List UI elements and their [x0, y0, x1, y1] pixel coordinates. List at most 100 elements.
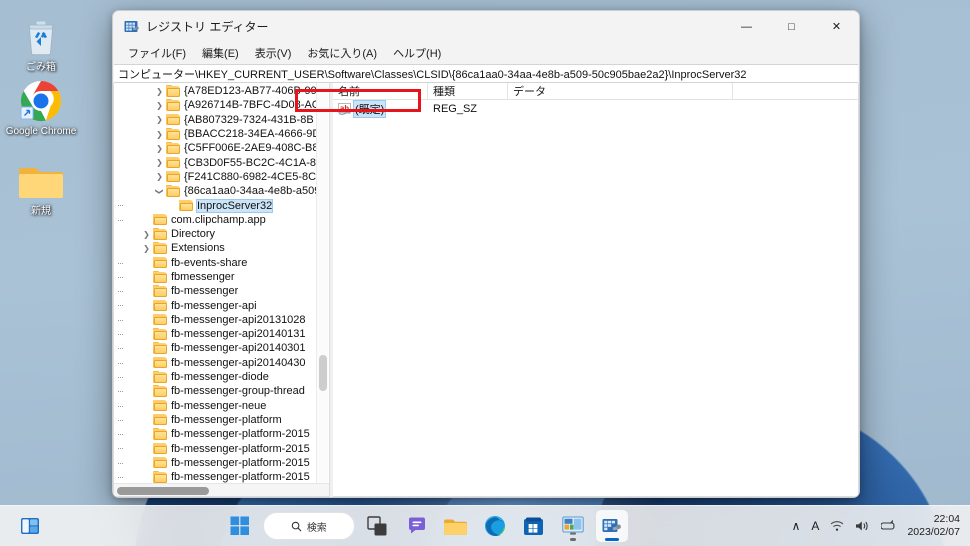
taskbar-item-chat-teams[interactable]: [401, 510, 433, 542]
tree-node[interactable]: fb-messenger-api20140131: [114, 327, 329, 341]
tree-node[interactable]: fb-messenger-platform-2015: [114, 441, 329, 455]
window-titlebar[interactable]: レジストリ エディター — □ ✕: [113, 11, 859, 42]
tree-node[interactable]: ❯ {86ca1aa0-34aa-4e8b-a509: [114, 184, 329, 198]
tree-vertical-scroll-thumb[interactable]: [319, 355, 327, 391]
search-button[interactable]: 検索: [262, 512, 355, 540]
desktop-icon-google-chrome[interactable]: Google Chrome: [2, 78, 80, 138]
tree-node[interactable]: ❯ {A926714B-7BFC-4D08-AC: [114, 98, 329, 112]
chevron-right-icon[interactable]: ❯: [153, 130, 166, 139]
tree-node[interactable]: fb-events-share: [114, 256, 329, 270]
tree-node[interactable]: ❯ {A78ED123-AB77-406B-99: [114, 84, 329, 98]
tree-horizontal-scroll-thumb[interactable]: [117, 487, 209, 495]
recycle-bin-icon: [2, 14, 80, 60]
menu-item-edit[interactable]: 編集(E): [195, 43, 246, 63]
tree-vertical-scrollbar[interactable]: [316, 83, 328, 483]
taskbar-item-microsoft-store[interactable]: [518, 510, 550, 542]
tree-node[interactable]: fb-messenger-group-thread: [114, 384, 329, 398]
tree-node[interactable]: fb-messenger-diode: [114, 370, 329, 384]
chevron-down-icon[interactable]: ❯: [155, 185, 164, 198]
tree-scroll-area[interactable]: ❯ {A78ED123-AB77-406B-99 ❯ {A926714B-7BFC-4…: [114, 83, 329, 483]
google-chrome-icon: [2, 78, 80, 124]
taskbar-buttons[interactable]: 検索: [60, 510, 792, 542]
tree-node[interactable]: ❯ Extensions: [114, 241, 329, 255]
chevron-right-icon[interactable]: ❯: [153, 172, 166, 181]
value-name: (既定): [352, 99, 387, 118]
tree-node[interactable]: fb-messenger-api20131028: [114, 313, 329, 327]
column-header-name[interactable]: 名前: [333, 83, 428, 99]
menu-item-view[interactable]: 表示(V): [248, 43, 299, 63]
values-column-headers[interactable]: 名前 種類 データ: [333, 83, 858, 100]
desktop-icon-folder[interactable]: 新規: [2, 158, 80, 218]
tray-ime-indicator[interactable]: A: [811, 519, 819, 533]
tree-node[interactable]: fb-messenger-platform-2015: [114, 456, 329, 470]
desktop-icon-recycle-bin[interactable]: ごみ箱: [2, 14, 80, 74]
menu-item-favorites[interactable]: お気に入り(A): [300, 43, 384, 63]
address-bar[interactable]: コンピューター\HKEY_CURRENT_USER\Software\Class…: [114, 64, 858, 83]
menu-item-file[interactable]: ファイル(F): [121, 43, 193, 63]
tree-node-label: com.clipchamp.app: [171, 213, 266, 226]
taskbar-item-microsoft-edge[interactable]: [479, 510, 511, 542]
tree-horizontal-scrollbar[interactable]: [114, 483, 329, 496]
tray-volume-icon[interactable]: [855, 520, 870, 532]
chevron-right-icon[interactable]: ❯: [153, 101, 166, 110]
chevron-right-icon[interactable]: ❯: [140, 230, 153, 239]
desktop[interactable]: ごみ箱 Google Chrome 新規 レジストリ エディター — □ ✕ フ…: [0, 0, 970, 546]
maximize-button[interactable]: □: [769, 11, 814, 42]
window-controls[interactable]: — □ ✕: [724, 11, 859, 42]
table-row[interactable]: ab (既定) REG_SZ: [333, 99, 858, 118]
taskbar-item-file-explorer[interactable]: [440, 510, 472, 542]
start-button[interactable]: [224, 510, 256, 542]
tree-node[interactable]: fb-messenger: [114, 284, 329, 298]
registry-tree[interactable]: ❯ {A78ED123-AB77-406B-99 ❯ {A926714B-7BFC-4…: [114, 83, 329, 483]
tree-node[interactable]: fb-messenger-platform: [114, 413, 329, 427]
tray-battery-icon[interactable]: [881, 520, 896, 532]
close-button[interactable]: ✕: [814, 11, 859, 42]
taskbar-item-registry-editor[interactable]: [595, 510, 628, 542]
tree-node-label: {A78ED123-AB77-406B-99: [184, 85, 317, 98]
tree-node[interactable]: ❯ {F241C880-6982-4CE5-8CE: [114, 170, 329, 184]
taskbar-item-task-view[interactable]: [362, 510, 394, 542]
tree-node[interactable]: fb-messenger-platform-2015: [114, 470, 329, 483]
tree-node-label: Extensions: [171, 242, 225, 255]
chevron-right-icon[interactable]: ❯: [153, 87, 166, 96]
tree-node[interactable]: fb-messenger-api: [114, 298, 329, 312]
tree-node[interactable]: InprocServer32: [114, 198, 329, 213]
tree-node[interactable]: fb-messenger-neue: [114, 399, 329, 413]
tray-chevron-up-icon[interactable]: ∧: [792, 519, 801, 533]
tree-node[interactable]: fb-messenger-platform-2015: [114, 427, 329, 441]
tree-node-label: fb-messenger: [171, 285, 239, 298]
column-header-type[interactable]: 種類: [428, 83, 508, 99]
tree-node[interactable]: ❯ {C5FF006E-2AE9-408C-B85: [114, 141, 329, 155]
minimize-button[interactable]: —: [724, 11, 769, 42]
menu-item-help[interactable]: ヘルプ(H): [386, 43, 448, 63]
system-tray[interactable]: ∧ A 22:04 2023/02/07: [792, 513, 970, 539]
chevron-right-icon[interactable]: ❯: [153, 115, 166, 124]
folder-icon: [153, 299, 168, 312]
tray-network-icon[interactable]: [830, 520, 844, 532]
chevron-right-icon[interactable]: ❯: [140, 244, 153, 253]
menu-bar[interactable]: ファイル(F) 編集(E) 表示(V) お気に入り(A) ヘルプ(H): [113, 42, 859, 64]
folder-icon: [153, 256, 168, 269]
taskbar-item-control-panel[interactable]: [557, 510, 589, 542]
taskbar[interactable]: 検索 ∧ A 22:04 2023/02/07: [0, 505, 970, 546]
tree-node[interactable]: ❯ {CB3D0F55-BC2C-4C1A-85: [114, 155, 329, 169]
tree-node-label: {BBACC218-34EA-4666-9D: [184, 128, 321, 141]
chevron-right-icon[interactable]: ❯: [153, 158, 166, 167]
tree-node[interactable]: ❯ {BBACC218-34EA-4666-9D: [114, 127, 329, 141]
tree-node[interactable]: ❯ Directory: [114, 227, 329, 241]
taskbar-clock[interactable]: 22:04 2023/02/07: [907, 513, 960, 539]
column-header-data[interactable]: データ: [508, 83, 733, 99]
tree-node[interactable]: fb-messenger-api20140430: [114, 356, 329, 370]
tree-node[interactable]: fb-messenger-api20140301: [114, 341, 329, 355]
widgets-button[interactable]: [14, 510, 46, 542]
registry-values-pane[interactable]: 名前 種類 データ ab (既定) REG_SZ: [295, 83, 859, 497]
tree-node[interactable]: ❯ {AB807329-7324-431B-8B: [114, 113, 329, 127]
registry-editor-window[interactable]: レジストリ エディター — □ ✕ ファイル(F) 編集(E) 表示(V) お気…: [112, 10, 860, 498]
folder-icon: [153, 399, 168, 412]
tree-node[interactable]: com.clipchamp.app: [114, 213, 329, 227]
chevron-right-icon[interactable]: ❯: [153, 144, 166, 153]
folder-icon: [166, 113, 181, 126]
value-name-cell[interactable]: ab (既定): [333, 99, 428, 118]
tree-node[interactable]: fbmessenger: [114, 270, 329, 284]
registry-tree-pane[interactable]: ❯ {A78ED123-AB77-406B-99 ❯ {A926714B-7BFC-4…: [113, 83, 330, 497]
